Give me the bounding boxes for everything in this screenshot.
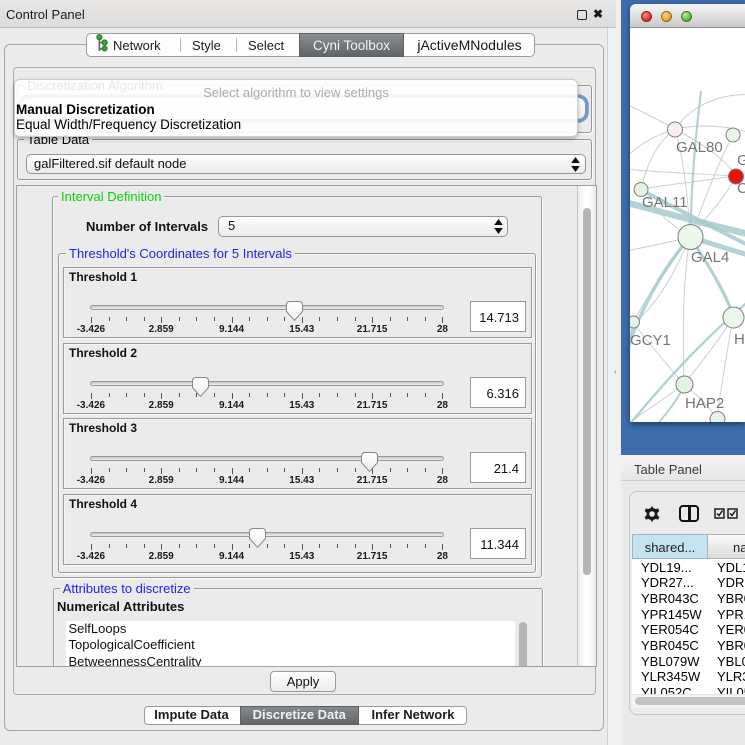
svg-text:HAP2: HAP2 [685,395,724,412]
svg-text:H: H [734,331,745,348]
svg-text:GAL4: GAL4 [691,249,729,266]
svg-text:GCY1: GCY1 [630,332,671,349]
svg-text:GAL80: GAL80 [676,139,723,156]
svg-text:GAL11: GAL11 [642,194,688,211]
svg-text:GA: GA [737,152,745,169]
svg-text:C: C [737,180,745,197]
